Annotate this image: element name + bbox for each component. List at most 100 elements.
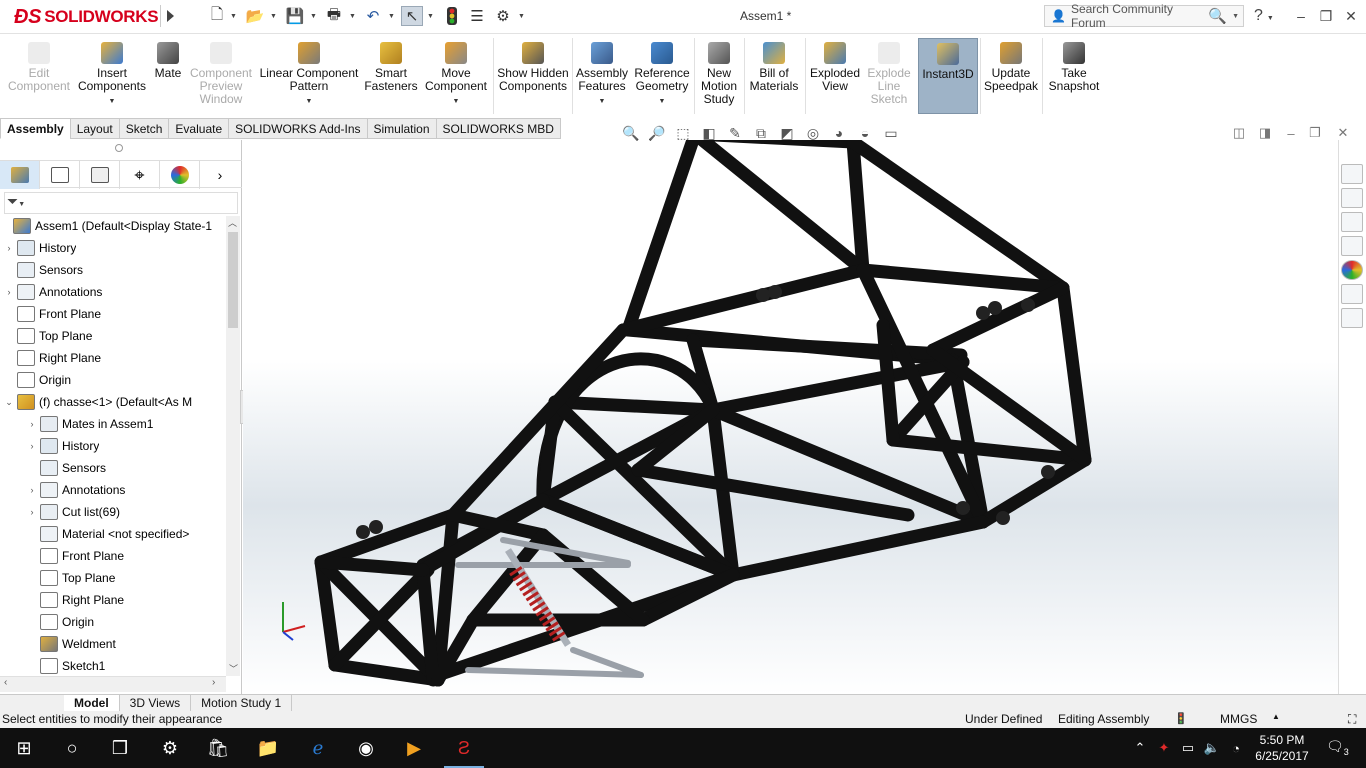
configuration-manager-tab[interactable]: [80, 161, 120, 189]
reference-geometry-button[interactable]: Reference Geometry ▼: [632, 38, 692, 114]
viewport-restore-icon[interactable]: ❐: [1306, 124, 1324, 142]
restore-icon[interactable]: ❐: [1315, 6, 1337, 26]
tree-expander-icon[interactable]: ›: [27, 485, 37, 495]
display-manager-tab[interactable]: [160, 161, 200, 189]
view-settings-icon[interactable]: ▭: [880, 123, 902, 143]
tree-expander-icon[interactable]: ›: [4, 287, 14, 297]
tree-item[interactable]: Front Plane: [0, 303, 226, 325]
tree-item[interactable]: Origin: [0, 369, 226, 391]
tab-layout[interactable]: Layout: [69, 118, 120, 139]
network-icon[interactable]: ◔: [1226, 738, 1246, 758]
dropdown-arrow-icon[interactable]: ▼: [599, 95, 606, 108]
custom-properties-icon[interactable]: [1341, 284, 1363, 304]
tree-item[interactable]: Right Plane: [0, 589, 226, 611]
print-dropdown-icon[interactable]: ▼: [349, 6, 357, 26]
tree-item[interactable]: › History: [0, 435, 226, 457]
tree-expander-icon[interactable]: ›: [27, 419, 37, 429]
tree-item[interactable]: Top Plane: [0, 567, 226, 589]
tree-item[interactable]: › History: [0, 237, 226, 259]
close-icon[interactable]: ✕: [1340, 6, 1362, 26]
search-icon[interactable]: 🔍: [1208, 7, 1227, 25]
graphics-area[interactable]: [243, 140, 1338, 694]
tree-item[interactable]: Top Plane: [0, 325, 226, 347]
assembly-features-button[interactable]: Assembly Features ▼: [574, 38, 630, 114]
tree-item[interactable]: Sensors: [0, 259, 226, 281]
zoom-to-area-icon[interactable]: 🔎: [646, 123, 668, 143]
section-view-icon[interactable]: ◧: [698, 123, 720, 143]
file-explorer-taskbar-icon[interactable]: 📁: [244, 728, 292, 768]
scroll-up-icon[interactable]: ︿: [228, 216, 237, 229]
move-component-button[interactable]: Move Component ▼: [422, 38, 490, 114]
rebuild-icon[interactable]: [441, 6, 463, 26]
hide-show-items-icon[interactable]: ◎: [802, 123, 824, 143]
property-manager-tab[interactable]: [40, 161, 80, 189]
show-hidden-components-button[interactable]: Show Hidden Components: [496, 38, 570, 114]
select-pointer-icon[interactable]: ↖: [401, 6, 423, 26]
dropdown-arrow-icon[interactable]: ▼: [306, 95, 313, 108]
insert-components-button[interactable]: Insert Components ▼: [76, 38, 148, 114]
update-speedpak-button[interactable]: Update Speedpak: [982, 38, 1040, 114]
open-icon[interactable]: 📂: [244, 6, 266, 26]
tab-evaluate[interactable]: Evaluate: [168, 118, 230, 139]
tree-item[interactable]: › Annotations: [0, 479, 226, 501]
design-library-icon[interactable]: [1341, 188, 1363, 208]
dropdown-arrow-icon[interactable]: ▼: [453, 95, 460, 108]
filter-icon[interactable]: ⏷▼: [4, 192, 238, 214]
view-palette-icon[interactable]: [1341, 236, 1363, 256]
component-preview-window-button[interactable]: Component Preview Window: [188, 38, 254, 114]
options-dropdown-icon[interactable]: ▼: [518, 6, 526, 26]
new-dropdown-icon[interactable]: ▼: [230, 6, 238, 26]
search-dropdown-icon[interactable]: ▼: [1232, 13, 1239, 20]
view-orientation-icon[interactable]: ⧉: [750, 123, 772, 143]
take-snapshot-button[interactable]: Take Snapshot: [1044, 38, 1104, 114]
scroll-down-icon[interactable]: ﹀: [229, 662, 238, 675]
edge-browser-icon[interactable]: ℯ: [294, 728, 342, 768]
solidworks-logo[interactable]: ƉS SOLIDWORKS: [14, 2, 159, 32]
volume-icon[interactable]: 🔈: [1202, 738, 1222, 758]
chrome-browser-icon[interactable]: ◉: [342, 728, 390, 768]
previous-view-icon[interactable]: ⬚: [672, 123, 694, 143]
tree-expander-icon[interactable]: ⌄: [4, 397, 14, 408]
file-properties-icon[interactable]: ☰: [466, 6, 488, 26]
save-icon[interactable]: 💾: [284, 6, 306, 26]
edit-component-button[interactable]: Edit Component: [4, 38, 74, 114]
print-icon[interactable]: 🖶: [323, 6, 345, 26]
panel-splitter-grip-icon[interactable]: [115, 144, 123, 152]
forum-icon[interactable]: [1341, 308, 1363, 328]
tab-model[interactable]: Model: [64, 695, 120, 711]
options-gear-icon[interactable]: ⚙: [492, 6, 514, 26]
explode-line-sketch-button[interactable]: Explode Line Sketch: [864, 38, 914, 114]
windows-start-icon[interactable]: ⊞: [0, 728, 48, 768]
undo-icon[interactable]: ↶: [362, 6, 384, 26]
tree-item[interactable]: › Cut list(69): [0, 501, 226, 523]
menu-expand-icon[interactable]: [160, 5, 180, 27]
action-center-icon[interactable]: 🗨3: [1326, 738, 1352, 760]
scroll-right-icon[interactable]: ›: [212, 677, 215, 688]
tab-simulation[interactable]: Simulation: [366, 118, 437, 139]
tree-item[interactable]: Assem1 (Default<Display State-1: [0, 215, 226, 237]
tree-item[interactable]: Front Plane: [0, 545, 226, 567]
new-document-icon[interactable]: 🗋: [206, 6, 228, 26]
tree-item[interactable]: Material <not specified>: [0, 523, 226, 545]
open-dropdown-icon[interactable]: ▼: [270, 6, 278, 26]
mate-button[interactable]: Mate: [150, 38, 186, 114]
new-motion-study-button[interactable]: New Motion Study: [696, 38, 742, 114]
smart-fasteners-button[interactable]: Smart Fasteners: [362, 38, 420, 114]
undo-dropdown-icon[interactable]: ▼: [388, 6, 396, 26]
store-icon[interactable]: 🛍: [194, 728, 242, 768]
file-explorer-icon[interactable]: [1341, 212, 1363, 232]
tree-item[interactable]: Right Plane: [0, 347, 226, 369]
tree-item[interactable]: Sketch1: [0, 655, 226, 677]
scroll-left-icon[interactable]: ‹: [4, 677, 7, 688]
search-community-forum[interactable]: 👤 Search Community Forum 🔍 ▼: [1044, 2, 1244, 30]
tree-expander-icon[interactable]: ›: [27, 507, 37, 517]
minimize-icon[interactable]: –: [1290, 6, 1312, 26]
solidworks-resources-icon[interactable]: [1341, 164, 1363, 184]
tree-item[interactable]: Weldment: [0, 633, 226, 655]
tree-item[interactable]: › Mates in Assem1: [0, 413, 226, 435]
dimxpert-manager-tab[interactable]: ⌖: [120, 161, 160, 189]
solidworks-taskbar-icon[interactable]: Ƨ: [440, 728, 488, 768]
display-style-icon[interactable]: ◩: [776, 123, 798, 143]
tree-item[interactable]: ⌄ (f) chasse<1> (Default<As M: [0, 391, 226, 413]
feature-manager-tab[interactable]: [0, 161, 40, 189]
